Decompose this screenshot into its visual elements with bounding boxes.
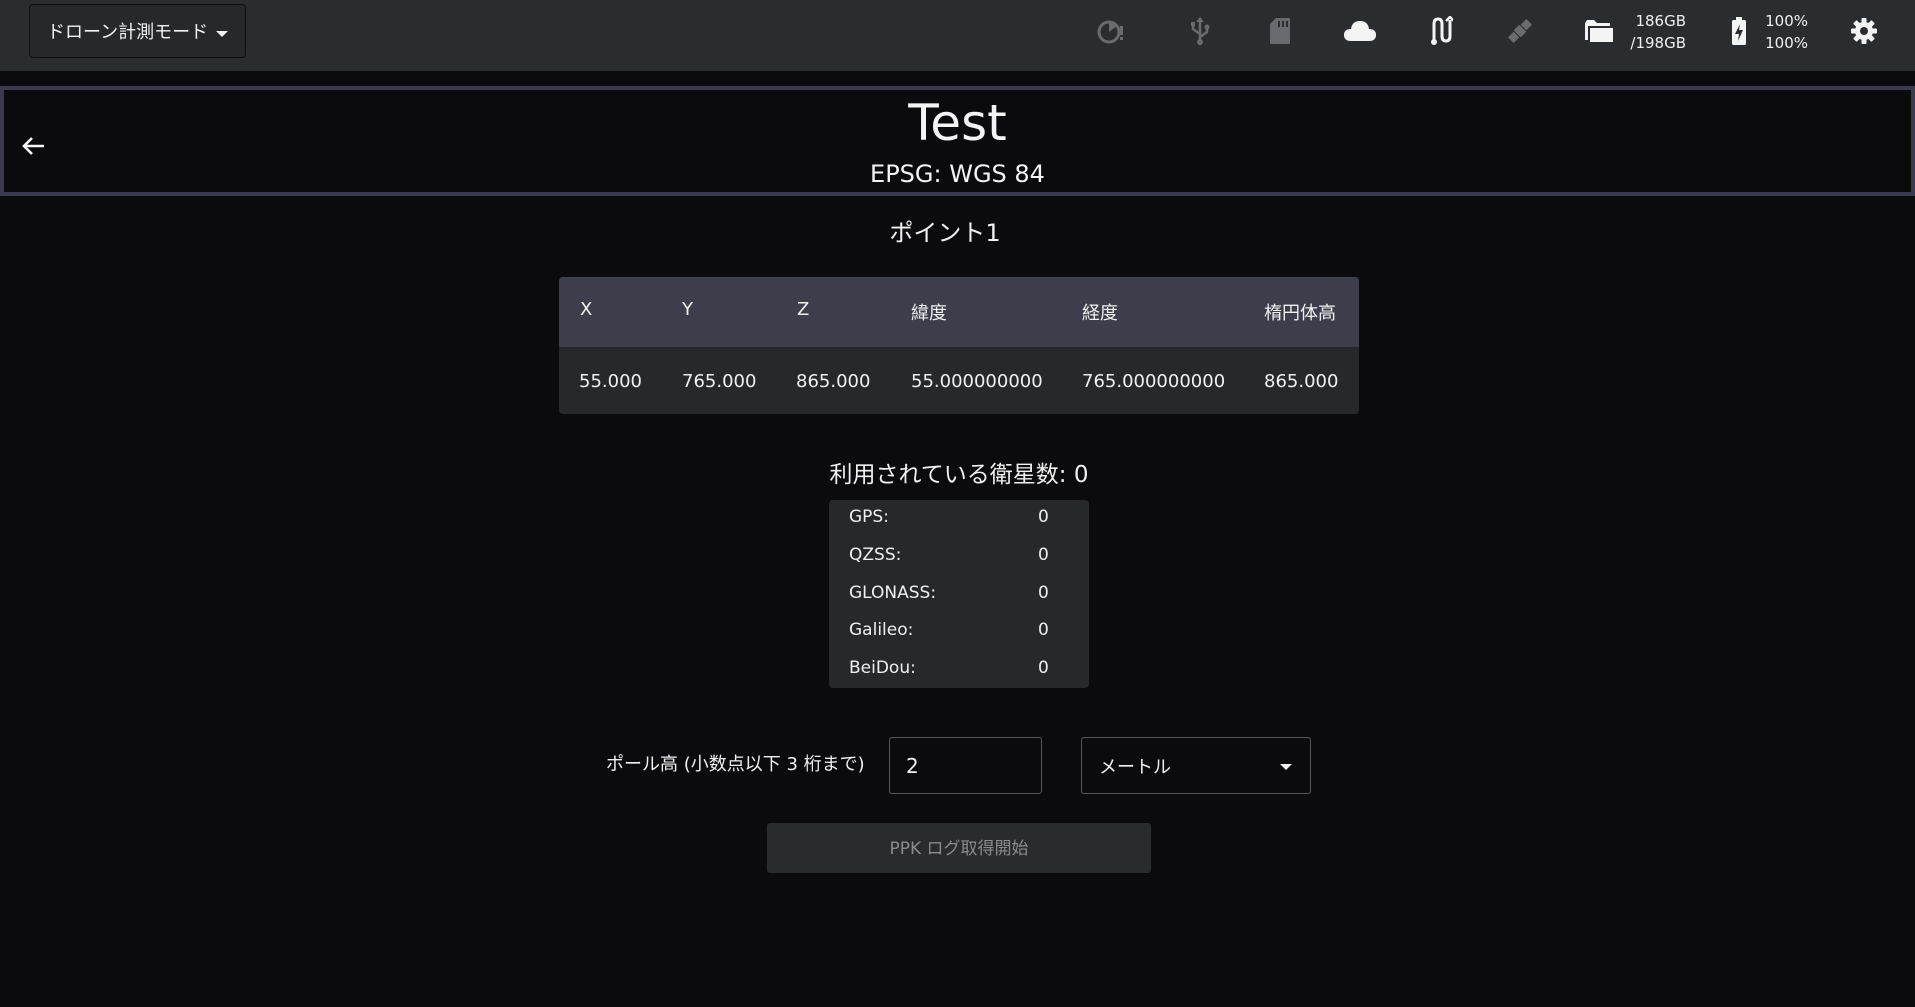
satellite-row-qzss: QZSS: 0 [849,545,1069,565]
satellite-value: 0 [1038,545,1049,565]
gear-icon[interactable] [1847,14,1881,48]
mode-dropdown-label: ドローン計測モード [47,22,209,43]
table-header-x: X [580,299,593,320]
satellite-row-galileo: Galileo: 0 [849,620,1069,640]
storage-total: /198GB [1630,34,1686,52]
mode-dropdown[interactable]: ドローン計測モード [29,4,246,58]
unit-dropdown-label: メートル [1099,756,1171,778]
satellite-label: GPS: [849,507,889,527]
table-cell-x: 55.000 [579,371,642,392]
pole-height-input[interactable] [889,737,1042,794]
table-header-ellipsoid-height: 楕円体高 [1264,303,1336,324]
table-header-latitude: 緯度 [911,303,947,324]
satellite-label: QZSS: [849,545,902,565]
table-header-y: Y [682,299,693,320]
satellite-icon [1503,14,1537,48]
battery-level-1: 100% [1765,12,1808,30]
storage-used: 186GB [1635,12,1686,30]
pole-height-label: ポール高 (小数点以下 3 桁まで) [606,754,865,775]
satellite-label: GLONASS: [849,583,937,603]
point-name: ポイント1 [889,219,1001,247]
satellite-label: Galileo: [849,620,914,640]
usb-icon [1183,14,1217,48]
unit-dropdown[interactable]: メートル [1081,737,1311,794]
satellite-label: BeiDou: [849,658,916,678]
table-cell-y: 765.000 [682,371,757,392]
folder-icon [1582,14,1616,48]
page-title: Test [908,94,1007,152]
table-header-z: Z [797,299,810,320]
battery-status: 100% 100% [1748,10,1808,54]
top-bar: ドローン計測モード 186GB /198GB 100% 100% [0,0,1915,71]
table-cell-latitude: 55.000000000 [911,371,1043,392]
storage-status: 186GB /198GB [1616,10,1686,54]
chevron-down-icon [216,31,228,37]
timer-alert-icon [1093,14,1127,48]
satellite-row-gps: GPS: 0 [849,507,1069,527]
battery-level-2: 100% [1765,34,1808,52]
table-header-longitude: 経度 [1082,303,1118,324]
ppk-log-start-button[interactable]: PPK ログ取得開始 [767,823,1151,873]
project-header: Test EPSG: WGS 84 [0,86,1915,196]
satellite-value: 0 [1038,620,1049,640]
table-cell-longitude: 765.000000000 [1082,371,1226,392]
chevron-down-icon [1280,764,1292,770]
antenna-icon [1423,14,1457,48]
satellite-count-title: 利用されている衛星数: 0 [829,462,1089,488]
satellite-list: GPS: 0 QZSS: 0 GLONASS: 0 Galileo: 0 Bei… [829,500,1089,688]
coordinates-table: X Y Z 緯度 経度 楕円体高 55.000 765.000 865.000 … [559,277,1359,414]
table-cell-z: 865.000 [796,371,871,392]
satellite-value: 0 [1038,583,1049,603]
satellite-value: 0 [1038,507,1049,527]
table-header-row: X Y Z 緯度 経度 楕円体高 [559,277,1359,347]
table-row: 55.000 765.000 865.000 55.000000000 765.… [559,347,1359,414]
satellite-row-beidou: BeiDou: 0 [849,658,1069,678]
sd-card-icon [1263,14,1297,48]
satellite-value: 0 [1038,658,1049,678]
cloud-icon [1343,14,1377,48]
satellite-row-glonass: GLONASS: 0 [849,583,1069,603]
table-cell-ellipsoid-height: 865.000 [1264,371,1339,392]
crs-label: EPSG: WGS 84 [870,160,1045,188]
